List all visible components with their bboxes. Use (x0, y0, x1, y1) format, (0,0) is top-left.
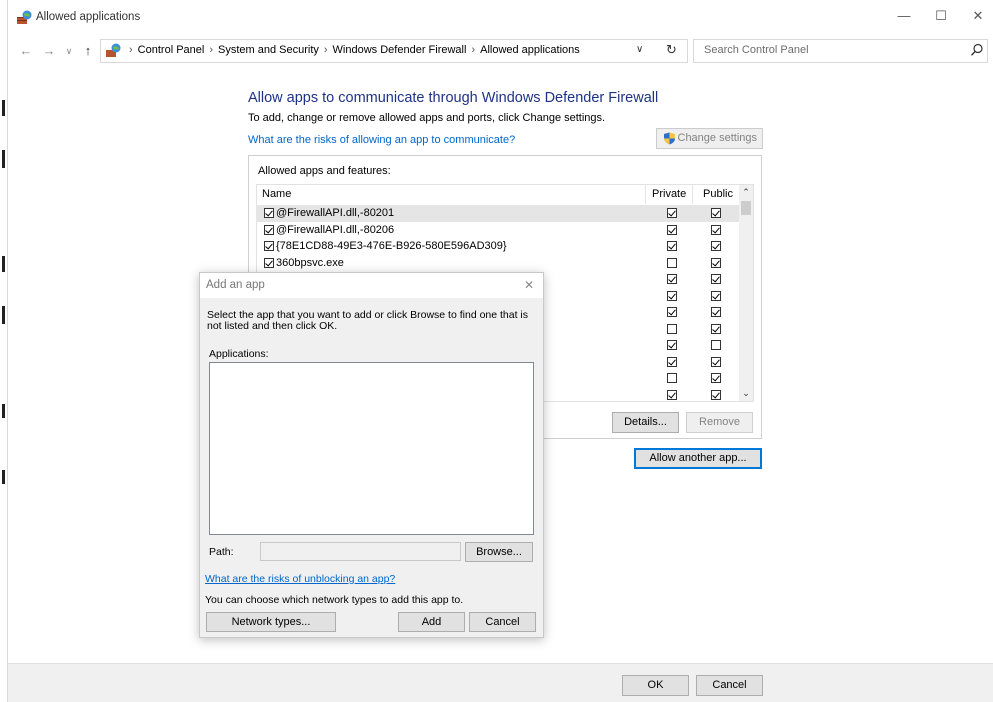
public-checkbox[interactable] (711, 340, 721, 350)
firewall-app-icon (17, 10, 32, 24)
public-checkbox[interactable] (711, 324, 721, 334)
private-checkbox[interactable] (667, 357, 677, 367)
app-name: @FirewallAPI.dll,-80201 (276, 207, 395, 219)
cancel-button[interactable]: Cancel (696, 675, 763, 696)
browse-button[interactable]: Browse... (465, 542, 533, 562)
private-checkbox[interactable] (667, 390, 677, 400)
private-checkbox[interactable] (667, 340, 677, 350)
private-checkbox[interactable] (667, 274, 677, 284)
column-header-public[interactable]: Public (703, 188, 733, 200)
public-checkbox[interactable] (711, 258, 721, 268)
unblocking-risks-link[interactable]: What are the risks of unblocking an app? (205, 573, 395, 585)
refresh-icon[interactable]: ↻ (666, 42, 677, 58)
list-header: Name Private Public (256, 184, 740, 204)
list-scrollbar[interactable] (739, 185, 753, 401)
private-checkbox[interactable] (667, 208, 677, 218)
table-row[interactable]: @FirewallAPI.dll,-80206 (256, 222, 740, 239)
control-panel-icon (106, 43, 121, 57)
public-checkbox[interactable] (711, 274, 721, 284)
column-header-name[interactable]: Name (262, 188, 291, 200)
remove-button[interactable]: Remove (686, 412, 753, 433)
app-enabled-checkbox[interactable] (264, 225, 274, 235)
table-row[interactable]: 360bpsvc.exe (256, 255, 740, 272)
public-checkbox[interactable] (711, 241, 721, 251)
private-checkbox[interactable] (667, 258, 677, 268)
forward-arrow-icon[interactable]: → (40, 42, 58, 60)
path-label: Path: (209, 546, 234, 558)
group-label: Allowed apps and features: (258, 165, 391, 177)
maximize-button[interactable]: ☐ (930, 6, 952, 26)
public-checkbox[interactable] (711, 373, 721, 383)
private-checkbox[interactable] (667, 225, 677, 235)
add-button[interactable]: Add (398, 612, 465, 632)
up-arrow-icon[interactable]: ↑ (79, 42, 97, 60)
applications-list[interactable] (209, 362, 534, 535)
uac-shield-icon (664, 132, 675, 145)
private-checkbox[interactable] (667, 324, 677, 334)
recent-locations-icon[interactable]: ∨ (60, 42, 78, 60)
public-checkbox[interactable] (711, 225, 721, 235)
scrollbar-thumb[interactable] (741, 201, 751, 215)
footer-bar (8, 663, 993, 702)
scroll-up-icon[interactable]: ⌃ (739, 187, 753, 199)
chevron-right-icon: › (323, 44, 328, 56)
search-placeholder: Search Control Panel (704, 44, 809, 56)
chevron-right-icon: › (209, 44, 213, 56)
private-checkbox[interactable] (667, 307, 677, 317)
app-enabled-checkbox[interactable] (264, 258, 274, 268)
background-window-edge (0, 0, 8, 702)
app-enabled-checkbox[interactable] (264, 241, 274, 251)
private-checkbox[interactable] (667, 241, 677, 251)
dialog-description: Select the app that you want to add or c… (207, 309, 529, 332)
breadcrumb-system-security[interactable]: System and Security (218, 44, 319, 56)
breadcrumb-control-panel[interactable]: Control Panel (138, 44, 205, 56)
table-row[interactable]: {78E1CD88-49E3-476E-B926-580E596AD309} (256, 238, 740, 255)
app-enabled-checkbox[interactable] (264, 208, 274, 218)
table-row[interactable]: @FirewallAPI.dll,-80201 (256, 205, 740, 222)
dialog-title: Add an app (206, 279, 265, 291)
column-header-private[interactable]: Private (652, 188, 686, 200)
title-bar (8, 0, 993, 34)
network-types-info: You can choose which network types to ad… (205, 594, 464, 606)
breadcrumb-firewall[interactable]: Windows Defender Firewall (333, 44, 467, 56)
private-checkbox[interactable] (667, 373, 677, 383)
private-checkbox[interactable] (667, 291, 677, 301)
public-checkbox[interactable] (711, 291, 721, 301)
public-checkbox[interactable] (711, 390, 721, 400)
dialog-close-icon[interactable]: ✕ (522, 276, 536, 294)
chevron-right-icon: › (129, 44, 133, 56)
allow-another-app-button[interactable]: Allow another app... (634, 448, 762, 469)
public-checkbox[interactable] (711, 307, 721, 317)
applications-label: Applications: (209, 348, 269, 360)
window-title: Allowed applications (36, 11, 141, 23)
public-checkbox[interactable] (711, 208, 721, 218)
path-input[interactable] (260, 542, 461, 561)
app-name: 360bpsvc.exe (276, 257, 344, 269)
risks-link[interactable]: What are the risks of allowing an app to… (248, 134, 515, 146)
app-name: @FirewallAPI.dll,-80206 (276, 224, 395, 236)
address-dropdown-icon[interactable]: ∨ (636, 44, 643, 55)
breadcrumb-allowed-apps[interactable]: Allowed applications (480, 44, 580, 56)
back-arrow-icon[interactable]: ← (17, 42, 35, 60)
minimize-button[interactable]: — (893, 6, 915, 26)
details-button[interactable]: Details... (612, 412, 679, 433)
dialog-cancel-button[interactable]: Cancel (469, 612, 536, 632)
search-icon[interactable] (970, 43, 984, 57)
page-subtitle: To add, change or remove allowed apps an… (248, 112, 606, 124)
scroll-down-icon[interactable]: ⌄ (739, 388, 753, 400)
page-title: Allow apps to communicate through Window… (248, 90, 659, 106)
window-close-button[interactable]: ✕ (967, 6, 989, 26)
ok-button[interactable]: OK (622, 675, 689, 696)
app-name: {78E1CD88-49E3-476E-B926-580E596AD309} (276, 240, 507, 252)
breadcrumb: › Control Panel › System and Security › Windo… (124, 44, 580, 56)
public-checkbox[interactable] (711, 357, 721, 367)
chevron-right-icon: › (471, 44, 476, 56)
network-types-button[interactable]: Network types... (206, 612, 336, 632)
